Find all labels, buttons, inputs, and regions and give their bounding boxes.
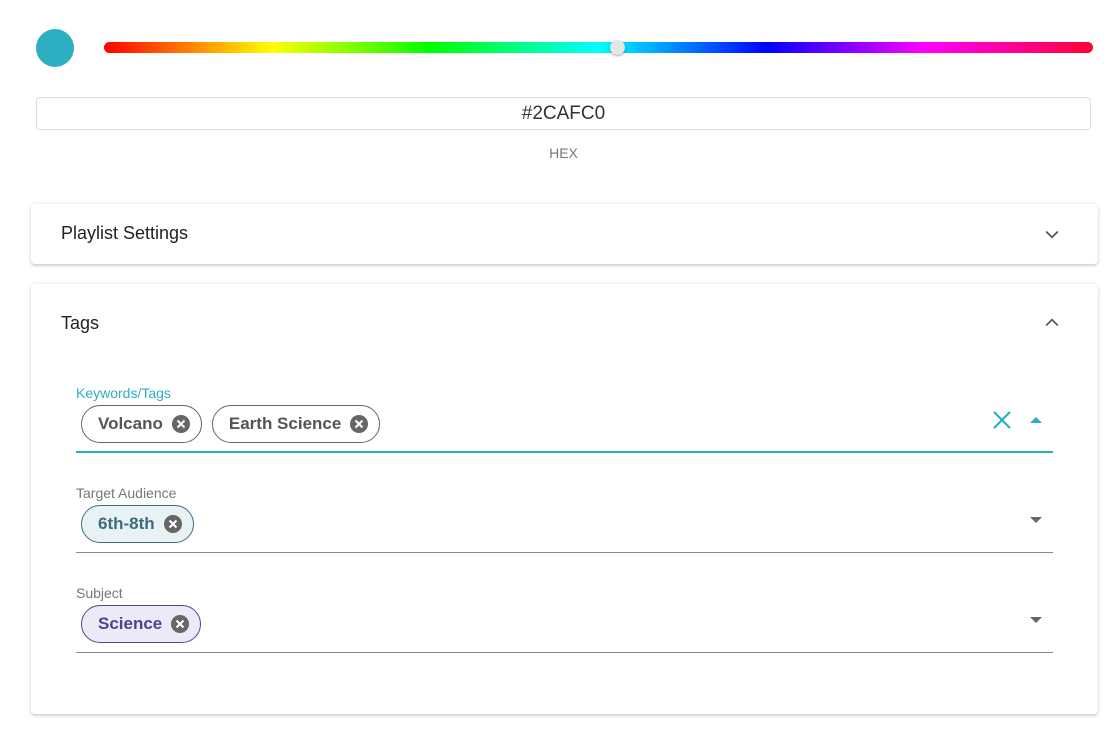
hue-slider-handle[interactable] [610,40,626,55]
chevron-down-icon[interactable] [1042,224,1062,244]
close-circle-icon[interactable] [349,414,369,434]
hue-slider[interactable] [104,40,1093,55]
caret-down-icon[interactable] [1029,516,1043,524]
chip-label: Volcano [98,414,163,433]
playlist-settings-panel: Playlist Settings [31,204,1098,264]
hex-label: HEX [549,145,578,161]
chip-earth-science[interactable]: Earth Science [211,405,381,443]
chip-science[interactable]: Science [81,605,202,643]
close-circle-icon[interactable] [171,414,191,434]
caret-up-icon[interactable] [1029,416,1043,424]
tags-panel: Tags Keywords/Tags Volcano Earth Science [31,284,1098,714]
subject-underline [76,652,1053,653]
tags-header[interactable]: Tags [31,284,1098,344]
clear-icon[interactable] [991,409,1013,431]
target-audience-field[interactable]: Target Audience 6th-8th [76,485,1053,553]
target-audience-label: Target Audience [76,485,177,501]
chip-6th-8th[interactable]: 6th-8th [81,505,194,543]
chip-volcano[interactable]: Volcano [81,405,202,443]
target-audience-underline [76,552,1053,553]
playlist-settings-header[interactable]: Playlist Settings [31,204,1098,264]
subject-label: Subject [76,585,123,601]
subject-field[interactable]: Subject Science [76,585,1053,653]
close-circle-icon[interactable] [163,514,183,534]
hex-input[interactable] [36,97,1091,130]
chevron-up-icon[interactable] [1042,313,1062,333]
caret-down-icon[interactable] [1029,616,1043,624]
keywords-field[interactable]: Keywords/Tags Volcano Earth Science [76,385,1053,453]
playlist-settings-title: Playlist Settings [61,223,189,243]
chip-label: 6th-8th [98,514,155,533]
color-swatch [36,29,74,67]
tags-title: Tags [61,313,100,333]
chip-label: Earth Science [228,414,342,433]
keywords-label: Keywords/Tags [76,385,171,401]
keywords-underline [76,451,1053,453]
chip-label: Science [98,614,163,633]
close-circle-icon[interactable] [170,614,190,634]
